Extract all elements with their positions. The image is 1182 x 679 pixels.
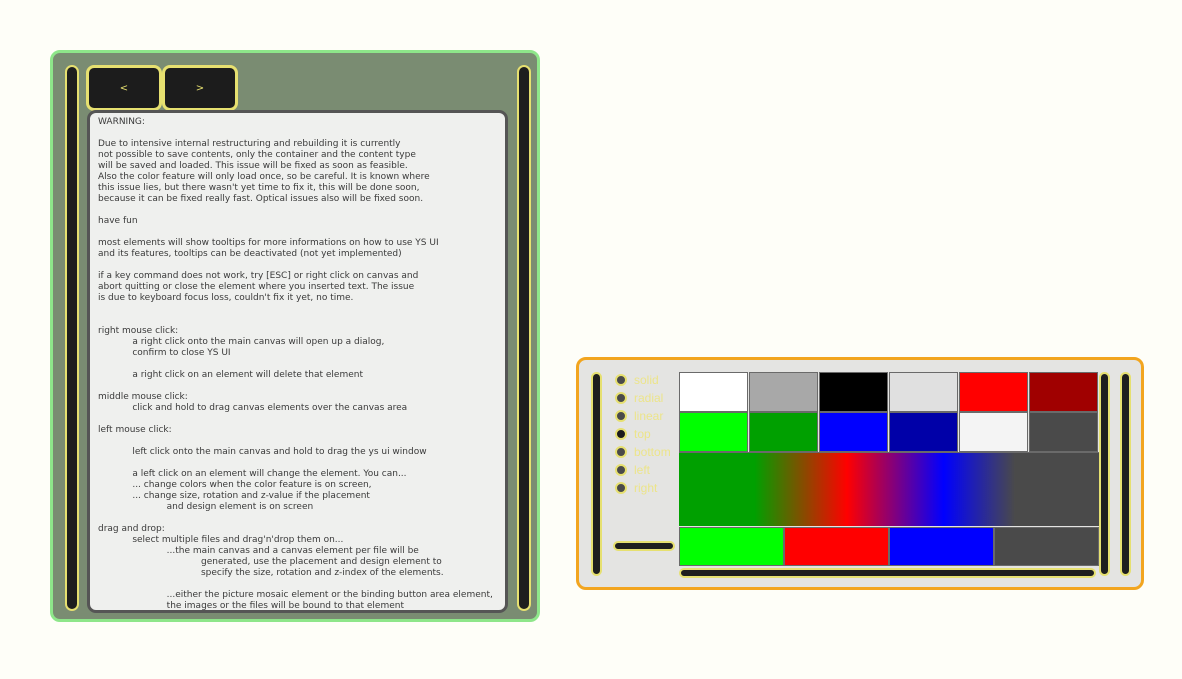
info-line: if a key command does not work, try [ESC… (98, 271, 419, 281)
color-swatch[interactable] (959, 372, 1028, 412)
radio-button[interactable] (615, 482, 627, 494)
gradient-mode-option[interactable]: right (615, 479, 671, 497)
info-line: generated, use the placement and design … (98, 557, 442, 567)
color-right-scrollbar-2[interactable] (1120, 372, 1131, 576)
info-line: ...the main canvas and a canvas element … (98, 546, 419, 556)
gradient-stop-swatch[interactable] (994, 527, 1099, 566)
color-swatch[interactable] (749, 412, 818, 452)
radio-label: left (634, 463, 651, 477)
gradient-stop-swatch[interactable] (679, 527, 784, 566)
gradient-mode-option[interactable]: bottom (615, 443, 671, 461)
info-line: abort quitting or close the element wher… (98, 282, 415, 292)
info-line: because it can be fixed really fast. Opt… (98, 194, 424, 204)
info-line (98, 315, 501, 326)
gradient-stop-swatch[interactable] (784, 527, 889, 566)
radio-button[interactable] (615, 410, 627, 422)
gradient-stop-swatch[interactable] (889, 527, 994, 566)
info-line: select multiple files and drag'n'drop th… (98, 535, 344, 545)
gradient-mode-option[interactable]: solid (615, 371, 671, 389)
info-line (98, 513, 501, 524)
radio-label: right (634, 481, 658, 495)
info-line (98, 414, 501, 425)
info-line (98, 359, 501, 370)
info-line: left click onto the main canvas and hold… (98, 447, 427, 457)
radio-button[interactable] (615, 374, 627, 386)
info-line (98, 458, 501, 469)
info-window: < > WARNING: Due to intensive internal re… (50, 50, 540, 622)
radio-button[interactable] (615, 446, 627, 458)
info-line: Due to intensive internal restructuring … (98, 139, 401, 149)
info-text: WARNING: Due to intensive internal restru… (98, 117, 501, 611)
info-line: will be saved and loaded. This issue wil… (98, 161, 408, 171)
color-swatch[interactable] (1029, 372, 1098, 412)
radio-button[interactable] (615, 464, 627, 476)
info-line: drag and drop: (98, 524, 165, 534)
gradient-mode-option[interactable]: radial (615, 389, 671, 407)
prev-button[interactable]: < (86, 65, 162, 111)
info-line: a right click onto the main canvas will … (98, 337, 385, 347)
stops-scrollbar[interactable] (613, 541, 675, 551)
info-line: Also the color feature will only load on… (98, 172, 430, 182)
color-swatch[interactable] (819, 412, 888, 452)
info-line (98, 304, 501, 315)
color-swatch[interactable] (749, 372, 818, 412)
radio-label: solid (634, 373, 659, 387)
color-swatch[interactable] (959, 412, 1028, 452)
info-line: is due to keyboard focus loss, couldn't … (98, 293, 354, 303)
gradient-preview (679, 452, 1099, 526)
gradient-mode-option[interactable]: top (615, 425, 671, 443)
info-line: specify the size, rotation and z-index o… (98, 568, 444, 578)
info-line: a right click on an element will delete … (98, 370, 363, 380)
left-scrollbar[interactable] (65, 65, 79, 611)
info-line: a left click on an element will change t… (98, 469, 407, 479)
right-scrollbar[interactable] (517, 65, 531, 611)
info-line (98, 260, 501, 271)
radio-label: bottom (634, 445, 671, 459)
info-line: this issue lies, but there wasn't yet ti… (98, 183, 420, 193)
info-line (98, 579, 501, 590)
info-line: ... change size, rotation and z-value if… (98, 491, 370, 501)
bottom-scrollbar[interactable] (679, 568, 1096, 578)
color-swatch[interactable] (819, 372, 888, 412)
info-line: not possible to save contents, only the … (98, 150, 416, 160)
color-swatch[interactable] (889, 372, 958, 412)
info-line: and its features, tooltips can be deacti… (98, 249, 402, 259)
gradient-mode-list: solid radial linear top bottom left right (615, 371, 671, 497)
info-line: the images or the files will be bound to… (98, 601, 405, 611)
info-line (98, 205, 501, 216)
info-line (98, 436, 501, 447)
info-line: middle mouse click: (98, 392, 188, 402)
next-button[interactable]: > (162, 65, 238, 111)
info-line: confirm to close YS UI (98, 348, 231, 358)
info-line: left mouse click: (98, 425, 172, 435)
color-swatch[interactable] (889, 412, 958, 452)
radio-label: radial (634, 391, 664, 405)
color-swatch[interactable] (679, 372, 748, 412)
info-line (98, 128, 501, 139)
info-line: have fun (98, 216, 138, 226)
color-swatch[interactable] (679, 412, 748, 452)
info-line (98, 227, 501, 238)
radio-button[interactable] (615, 392, 627, 404)
info-line: most elements will show tooltips for mor… (98, 238, 439, 248)
color-right-scrollbar-1[interactable] (1099, 372, 1110, 576)
info-line: WARNING: (98, 117, 145, 127)
color-swatch[interactable] (1029, 412, 1098, 452)
info-line: and design element is on screen (98, 502, 314, 512)
radio-button[interactable] (615, 428, 627, 440)
gradient-mode-option[interactable]: linear (615, 407, 671, 425)
info-line (98, 381, 501, 392)
info-line: right mouse click: (98, 326, 179, 336)
color-left-scrollbar[interactable] (591, 372, 602, 576)
color-feature-window: solid radial linear top bottom left right (576, 357, 1144, 590)
info-line: ... change colors when the color feature… (98, 480, 372, 490)
info-text-area[interactable]: WARNING: Due to intensive internal restru… (87, 110, 508, 613)
info-line: click and hold to drag canvas elements o… (98, 403, 408, 413)
info-line: ...either the picture mosaic element or … (98, 590, 493, 600)
gradient-mode-option[interactable]: left (615, 461, 671, 479)
radio-label: linear (634, 409, 664, 423)
radio-label: top (634, 427, 651, 441)
